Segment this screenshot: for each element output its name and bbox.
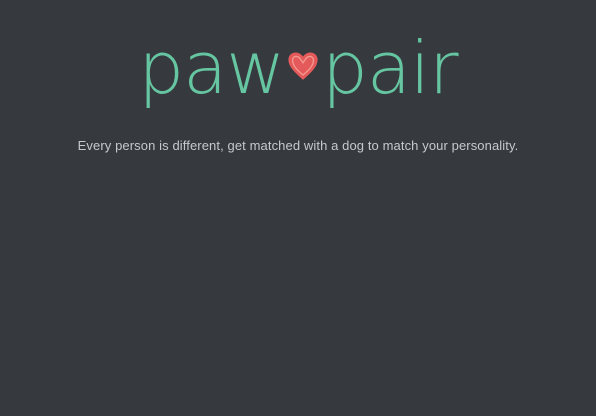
- landing-page: paw pair Every person is different, get …: [0, 0, 596, 416]
- pawpair-logo: paw pair: [0, 20, 596, 116]
- heart-svg: [288, 52, 318, 80]
- logo-word-paw: paw: [138, 26, 285, 110]
- logo-word-pair: pair: [322, 26, 458, 110]
- heart-icon: [286, 49, 320, 83]
- tagline: Every person is different, get matched w…: [77, 138, 519, 153]
